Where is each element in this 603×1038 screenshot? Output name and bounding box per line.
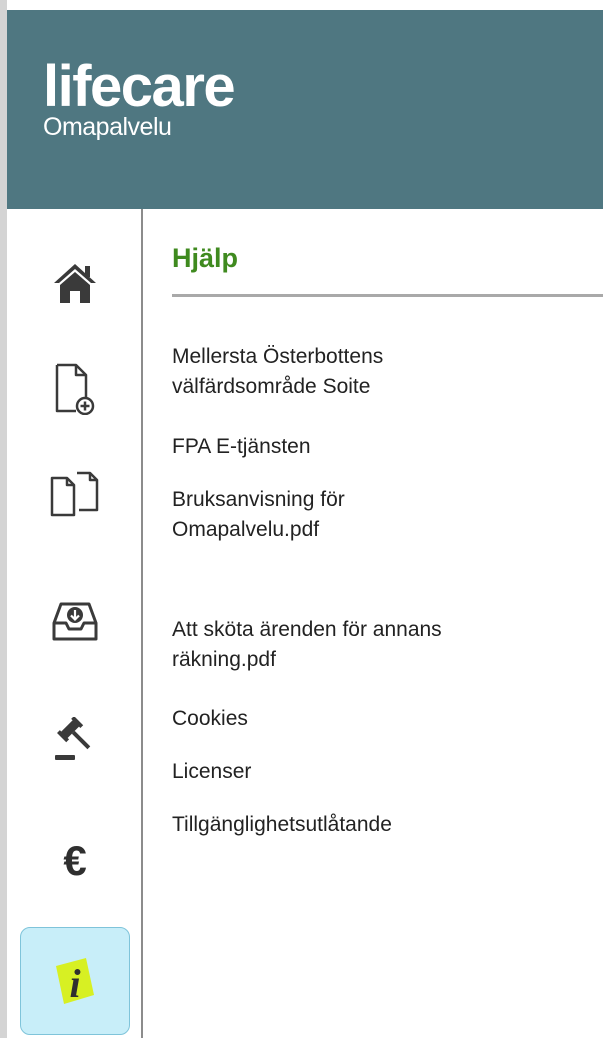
link-text: Licenser — [172, 760, 252, 783]
gavel-icon — [55, 717, 91, 760]
link-cookies[interactable]: Cookies — [172, 704, 592, 734]
svg-text:i: i — [69, 961, 80, 1006]
link-soite[interactable]: Mellersta Österbottens välfärdsområde So… — [172, 342, 592, 402]
window-edge — [0, 0, 7, 1038]
svg-text:€: € — [63, 839, 86, 881]
link-user-manual-pdf[interactable]: Bruksanvisning för Omapalvelu.pdf — [172, 485, 592, 545]
link-text: Mellersta Österbottens — [172, 345, 384, 368]
inbox-icon — [52, 602, 98, 641]
app-header: lifecare Omapalvelu — [7, 10, 603, 209]
new-document-icon — [55, 363, 95, 415]
link-licenses[interactable]: Licenser — [172, 757, 592, 787]
link-text: räkning.pdf — [172, 648, 276, 671]
link-text: välfärdsområde Soite — [172, 375, 371, 398]
link-text: Bruksanvisning för — [172, 488, 345, 511]
documents-icon — [50, 471, 99, 517]
title-divider — [172, 294, 603, 297]
page-title: Hjälp — [172, 243, 239, 273]
home-icon — [54, 264, 96, 303]
sidebar-item-decisions[interactable] — [20, 687, 130, 795]
link-text: Omapalvelu.pdf — [172, 518, 320, 541]
sidebar-item-help[interactable]: i — [20, 927, 130, 1035]
link-accessibility-statement[interactable]: Tillgänglighetsutlåtande — [172, 810, 592, 840]
sidebar-item-home[interactable] — [20, 229, 130, 337]
sidebar-item-new-document[interactable] — [20, 335, 130, 443]
sidebar-item-documents[interactable] — [20, 440, 130, 548]
logo-text: lifecare — [43, 54, 236, 119]
link-proxy-pdf[interactable]: Att sköta ärenden för annans räkning.pdf — [172, 615, 592, 675]
link-fpa-e-services[interactable]: FPA E-tjänsten — [172, 432, 592, 462]
sidebar-item-inbox[interactable] — [20, 568, 130, 676]
link-text: Cookies — [172, 707, 248, 730]
link-text: Tillgänglighetsutlåtande — [172, 813, 392, 836]
info-icon: i — [56, 958, 94, 1006]
sidebar-item-payments[interactable]: € — [20, 806, 130, 914]
sidebar: € i — [7, 209, 143, 1038]
link-text: Att sköta ärenden för annans — [172, 618, 442, 641]
link-text: FPA E-tjänsten — [172, 435, 311, 458]
euro-icon: € — [63, 839, 86, 881]
app-logo[interactable]: lifecare Omapalvelu — [43, 54, 236, 142]
